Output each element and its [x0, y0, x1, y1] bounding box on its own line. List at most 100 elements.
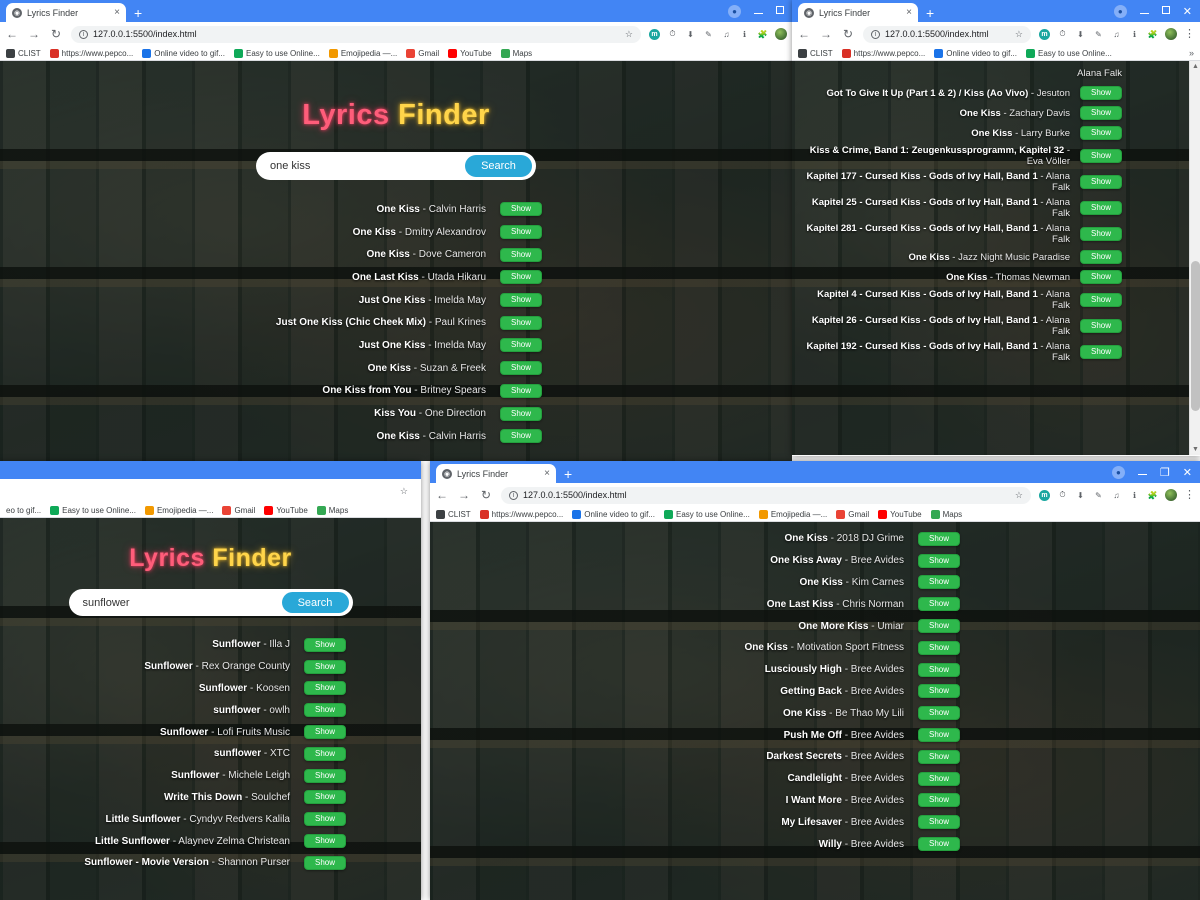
- pen-icon[interactable]: ✎: [1093, 29, 1104, 40]
- site-info-icon[interactable]: i: [871, 29, 880, 39]
- show-button[interactable]: Show: [304, 659, 346, 674]
- search-input[interactable]: [82, 596, 282, 609]
- bookmark-item[interactable]: Online video to gif...: [934, 48, 1017, 58]
- clock-icon[interactable]: ⏱: [1057, 29, 1068, 40]
- browser-tab-1[interactable]: ◉ Lyrics Finder ×: [6, 3, 126, 22]
- show-button[interactable]: Show: [500, 406, 542, 421]
- show-button[interactable]: Show: [1080, 126, 1122, 140]
- bookmark-item[interactable]: YouTube: [878, 509, 922, 519]
- back-button[interactable]: ←: [797, 27, 811, 41]
- show-button[interactable]: Show: [304, 746, 346, 761]
- show-button[interactable]: Show: [304, 703, 346, 718]
- bookmark-item[interactable]: Emojipedia —...: [328, 48, 397, 58]
- show-button[interactable]: Show: [304, 725, 346, 740]
- avatar[interactable]: [1165, 28, 1177, 40]
- minimize-button[interactable]: [1137, 466, 1147, 478]
- show-button[interactable]: Show: [918, 728, 960, 743]
- show-button[interactable]: Show: [1080, 86, 1122, 100]
- bookmark-star-icon[interactable]: ☆: [625, 29, 633, 40]
- bookmark-item[interactable]: Online video to gif...: [572, 509, 655, 519]
- show-button[interactable]: Show: [918, 793, 960, 808]
- info-icon[interactable]: ℹ: [739, 29, 750, 40]
- forward-button[interactable]: →: [819, 27, 833, 41]
- chrome-menu-button[interactable]: ⋮: [1184, 490, 1195, 501]
- show-button[interactable]: Show: [500, 338, 542, 353]
- bookmark-star-icon[interactable]: ☆: [400, 486, 408, 497]
- profile-pill-icon[interactable]: ●: [728, 4, 741, 18]
- show-button[interactable]: Show: [1080, 149, 1122, 163]
- bookmarks-overflow-button[interactable]: »: [1189, 48, 1194, 58]
- bookmark-item[interactable]: https://www.pepco...: [49, 48, 133, 58]
- bookmark-item[interactable]: Gmail: [222, 505, 255, 515]
- show-button[interactable]: Show: [918, 662, 960, 677]
- browser-tab-4[interactable]: ◉ Lyrics Finder ×: [436, 464, 556, 483]
- close-button[interactable]: ✕: [1183, 5, 1192, 18]
- scrollbar-thumb[interactable]: [1191, 261, 1200, 411]
- music-icon[interactable]: ♫: [1111, 490, 1122, 501]
- show-button[interactable]: Show: [918, 575, 960, 590]
- show-button[interactable]: Show: [918, 531, 960, 546]
- new-tab-button[interactable]: +: [564, 467, 572, 481]
- address-bar[interactable]: i 127.0.0.1:5500/index.html ☆: [71, 25, 641, 43]
- bookmark-item[interactable]: CLIST: [798, 48, 833, 58]
- bookmark-star-icon[interactable]: ☆: [1015, 29, 1023, 40]
- metamask-icon[interactable]: m: [649, 28, 660, 40]
- clock-icon[interactable]: ⏱: [1057, 490, 1068, 501]
- show-button[interactable]: Show: [1080, 175, 1122, 189]
- reload-button[interactable]: ↻: [49, 27, 63, 41]
- site-info-icon[interactable]: i: [79, 29, 88, 39]
- search-button[interactable]: Search: [281, 592, 349, 613]
- bookmark-item[interactable]: Maps: [316, 505, 348, 515]
- show-button[interactable]: Show: [304, 637, 346, 652]
- bookmark-item[interactable]: YouTube: [448, 48, 492, 58]
- show-button[interactable]: Show: [304, 768, 346, 783]
- puzzle-icon[interactable]: 🧩: [757, 29, 768, 40]
- bookmark-item[interactable]: CLIST: [6, 48, 41, 58]
- bookmark-item[interactable]: Gmail: [836, 509, 869, 519]
- music-icon[interactable]: ♫: [1111, 29, 1122, 40]
- restore-button[interactable]: ❐: [1160, 466, 1170, 479]
- page-scrollbar[interactable]: ▲ ▼: [1189, 61, 1200, 455]
- site-info-icon[interactable]: i: [509, 490, 518, 500]
- show-button[interactable]: Show: [304, 681, 346, 696]
- reload-button[interactable]: ↻: [479, 488, 493, 502]
- puzzle-icon[interactable]: 🧩: [1147, 29, 1158, 40]
- show-button[interactable]: Show: [1080, 250, 1122, 264]
- search-input[interactable]: [270, 160, 465, 172]
- bookmark-item[interactable]: Online video to gif...: [142, 48, 225, 58]
- pen-icon[interactable]: ✎: [1093, 490, 1104, 501]
- profile-pill-icon[interactable]: ●: [1113, 4, 1127, 18]
- bookmark-item[interactable]: Emojipedia —...: [758, 509, 827, 519]
- bookmark-item[interactable]: CLIST: [436, 509, 471, 519]
- download-icon[interactable]: ⬇: [685, 29, 696, 40]
- bookmark-item[interactable]: Gmail: [406, 48, 439, 58]
- back-button[interactable]: ←: [435, 488, 449, 502]
- info-icon[interactable]: ℹ: [1129, 490, 1140, 501]
- show-button[interactable]: Show: [918, 597, 960, 612]
- music-icon[interactable]: ♫: [721, 29, 732, 40]
- show-button[interactable]: Show: [918, 684, 960, 699]
- new-tab-button[interactable]: +: [134, 6, 142, 20]
- address-bar[interactable]: i 127.0.0.1:5500/index.html ☆: [863, 25, 1031, 43]
- bookmark-item[interactable]: Easy to use Online...: [233, 48, 320, 58]
- show-button[interactable]: Show: [1080, 293, 1122, 307]
- show-button[interactable]: Show: [500, 247, 542, 262]
- avatar[interactable]: [1165, 489, 1177, 501]
- show-button[interactable]: Show: [918, 837, 960, 852]
- scroll-up-arrow-icon[interactable]: ▲: [1190, 61, 1200, 72]
- show-button[interactable]: Show: [1080, 345, 1122, 359]
- info-icon[interactable]: ℹ: [1129, 29, 1140, 40]
- show-button[interactable]: Show: [500, 202, 542, 217]
- minimize-button[interactable]: [754, 5, 763, 17]
- metamask-icon[interactable]: m: [1039, 28, 1050, 40]
- bookmark-item[interactable]: Easy to use Online...: [50, 505, 136, 515]
- show-button[interactable]: Show: [500, 429, 542, 444]
- profile-pill-icon[interactable]: ●: [1111, 465, 1125, 479]
- tab-close-icon[interactable]: ×: [906, 7, 912, 18]
- address-bar[interactable]: i 127.0.0.1:5500/index.html ☆: [501, 486, 1031, 504]
- show-button[interactable]: Show: [1080, 201, 1122, 215]
- show-button[interactable]: Show: [500, 293, 542, 308]
- show-button[interactable]: Show: [1080, 227, 1122, 241]
- show-button[interactable]: Show: [918, 771, 960, 786]
- metamask-icon[interactable]: m: [1039, 489, 1050, 501]
